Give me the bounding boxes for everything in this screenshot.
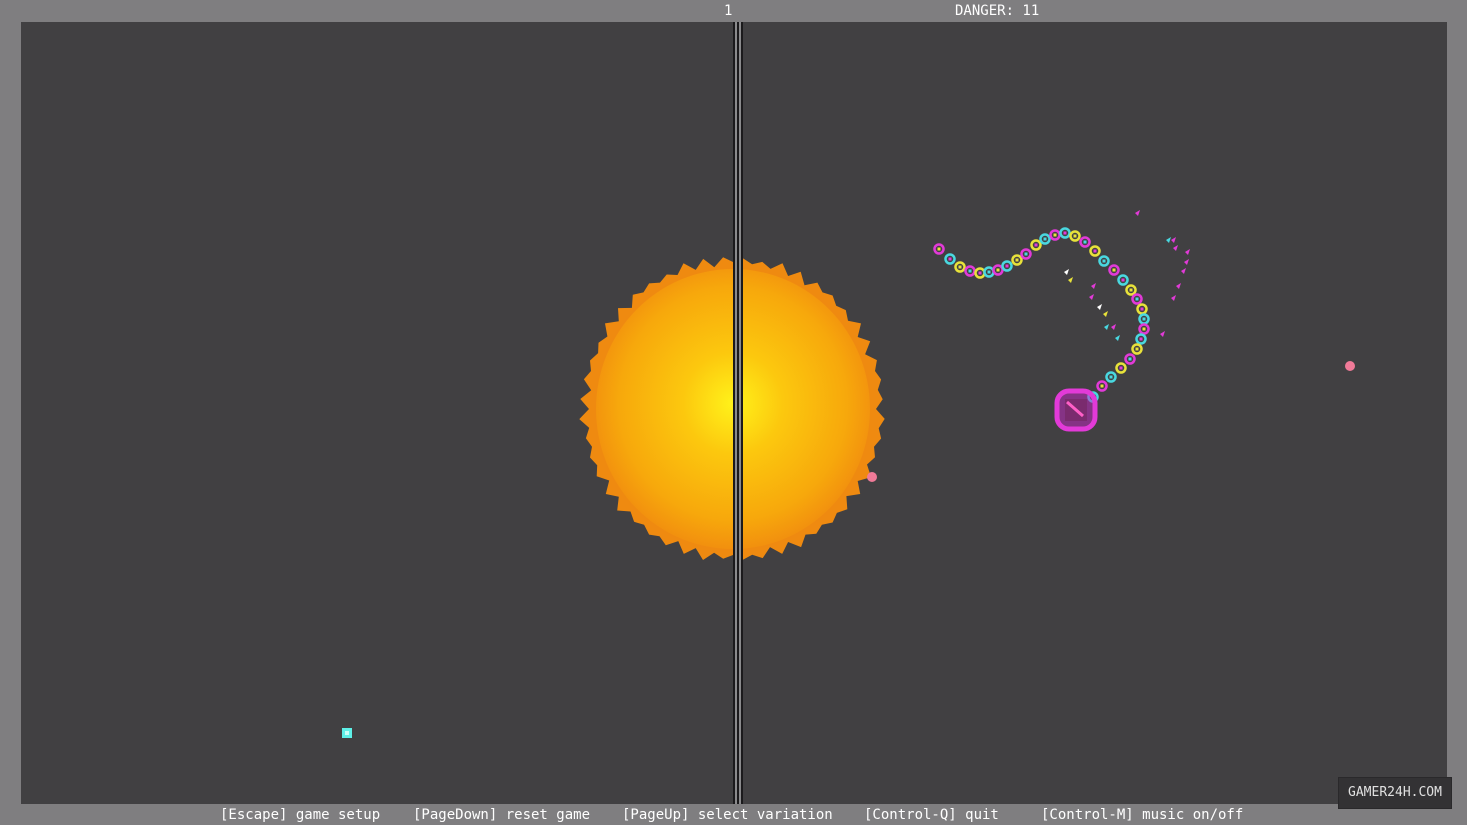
pellet-icon (1345, 361, 1355, 371)
snake-segment-core (1142, 317, 1146, 321)
snake-segment-core (1083, 240, 1087, 244)
snake-segment-core (958, 265, 962, 269)
snake-segment-core (1043, 237, 1047, 241)
snake-segment-core (1015, 258, 1019, 262)
hint-quit: [Control-Q] quit (864, 807, 999, 823)
sparkle (1184, 259, 1189, 265)
sparkle (1181, 268, 1186, 274)
snake-segment-core (1093, 249, 1097, 253)
snake-segment-core (1005, 264, 1009, 268)
sparkle (1166, 237, 1171, 243)
sparkle (1103, 311, 1108, 317)
snake-segment-core (1073, 234, 1077, 238)
gem-icon (342, 728, 352, 738)
danger-counter: DANGER: 11 (955, 3, 1040, 19)
sparkle (1176, 283, 1181, 289)
game-playfield[interactable] (21, 22, 1447, 804)
controls-bar: [Escape] game setup [PageDown] reset gam… (0, 806, 1467, 825)
hint-music-toggle: [Control-M] music on/off (1041, 807, 1244, 823)
snake-segment-core (1100, 384, 1104, 388)
snake-body (933, 227, 1150, 403)
snake-segment-core (1129, 288, 1133, 292)
sparkle (1173, 245, 1178, 251)
sparkle (1171, 237, 1176, 243)
snake-segment-core (1034, 243, 1038, 247)
sparkle (1064, 269, 1069, 275)
sparkle (1115, 335, 1120, 341)
hint-reset-game: [PageDown] reset game (413, 807, 591, 823)
snake-segment-core (1139, 337, 1143, 341)
snake-segment-core (1053, 233, 1057, 237)
sun-icon (579, 257, 885, 560)
snake-segment-core (1109, 375, 1113, 379)
pellet-icon (867, 472, 877, 482)
snake-segment-core (937, 247, 941, 251)
snake-head-icon[interactable] (1054, 388, 1098, 432)
snake-segment-core (1135, 347, 1139, 351)
snake-segment-core (1024, 252, 1028, 256)
snake-segment-core (968, 269, 972, 273)
snake-segment-core (978, 271, 982, 275)
snake-segment-core (1121, 278, 1125, 282)
snake-segment-core (996, 268, 1000, 272)
snake-segment-core (1140, 307, 1144, 311)
sparkle (1097, 304, 1102, 310)
snake-segment-core (1142, 327, 1146, 331)
sparkle-particles (1064, 210, 1190, 341)
sparkle (1185, 249, 1190, 255)
sparkle (1160, 331, 1165, 337)
snake-segment-core (1112, 268, 1116, 272)
snake-segment-core (948, 257, 952, 261)
sparkle (1111, 324, 1116, 330)
hint-select-variation: [PageUp] select variation (622, 807, 833, 823)
center-divider (733, 22, 743, 804)
snake-segment-core (1063, 231, 1067, 235)
sparkle (1068, 277, 1073, 283)
snake-segment-core (1119, 366, 1123, 370)
watermark-logo: GAMER24H.COM (1338, 777, 1452, 809)
hint-game-setup: [Escape] game setup (220, 807, 381, 823)
score-display: 1 (724, 3, 733, 19)
snake-segment-core (1102, 259, 1106, 263)
sparkle (1089, 294, 1094, 300)
sparkle (1171, 295, 1176, 301)
sparkle (1135, 210, 1140, 216)
snake-segment-core (1128, 357, 1132, 361)
sparkle (1091, 283, 1096, 289)
snake-segment-core (1135, 297, 1139, 301)
snake-segment-core (987, 270, 991, 274)
sparkle (1104, 324, 1109, 330)
